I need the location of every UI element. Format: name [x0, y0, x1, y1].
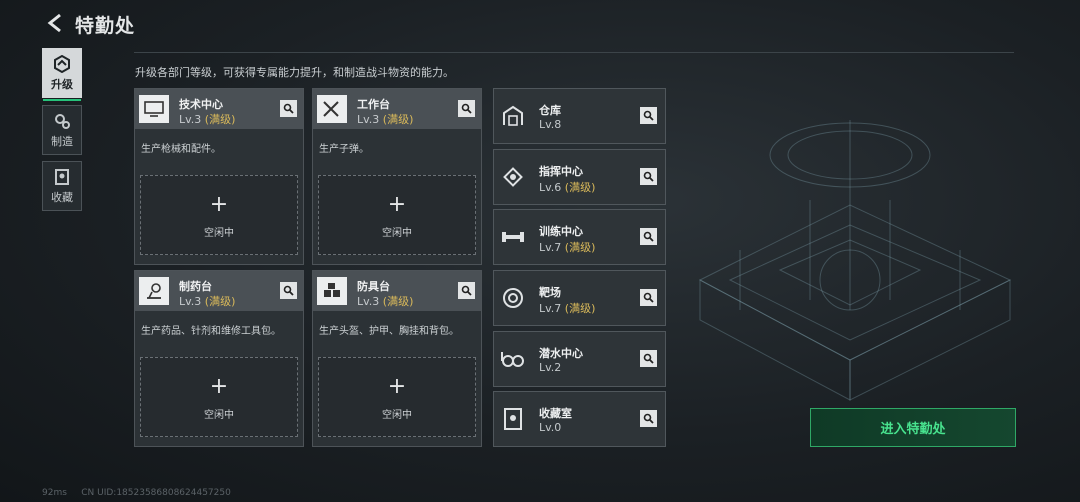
workshop-name: 技术中心	[179, 98, 223, 111]
workshop-description: 生产子弹。	[319, 144, 369, 155]
workshop-description: 生产枪械和配件。	[141, 144, 221, 155]
slot-status: 空闲中	[204, 410, 234, 421]
slot-status: 空闲中	[382, 228, 412, 239]
diving-goggles-icon	[500, 346, 526, 372]
facility-row-collection-room[interactable]: 收藏室 Lv.0	[493, 391, 666, 447]
armor-blocks-icon	[317, 277, 347, 305]
facility-row-shooting-range[interactable]: 靶场 Lv.7 (满级)	[493, 270, 666, 326]
facility-name: 仓库	[539, 104, 561, 117]
facility-row-diving-center[interactable]: 潜水中心 Lv.2	[493, 331, 666, 387]
back-arrow-icon[interactable]	[44, 12, 66, 34]
nav-label: 升级	[51, 77, 73, 91]
facility-row-warehouse[interactable]: 仓库 Lv.8	[493, 88, 666, 144]
maxed-tag: (满级)	[382, 295, 414, 308]
add-icon: +	[387, 374, 407, 399]
facility-name: 潜水中心	[539, 347, 583, 360]
maxed-tag: (满级)	[204, 295, 236, 308]
facility-level: Lv.6 (满级)	[539, 181, 596, 194]
facility-name: 收藏室	[539, 407, 572, 420]
workshop-description: 生产头盔、护甲、胸挂和背包。	[319, 326, 459, 337]
maxed-tag: (满级)	[204, 113, 236, 126]
workshop-card-pharmacy: 制药台 Lv.3 (满级) 生产药品、针剂和维修工具包。 + 空闲中	[134, 270, 304, 447]
divider	[134, 52, 1014, 53]
dumbbell-icon	[500, 224, 526, 250]
enter-special-ops-button[interactable]: 进入特勤处	[810, 408, 1016, 447]
workshop-level: Lv.3 (满级)	[179, 113, 236, 126]
tools-icon	[317, 95, 347, 123]
production-slot[interactable]: + 空闲中	[318, 175, 476, 255]
nav-label: 制造	[51, 134, 73, 148]
slot-status: 空闲中	[382, 410, 412, 421]
search-icon[interactable]	[280, 100, 297, 117]
upgrade-icon	[54, 54, 70, 73]
facility-level: Lv.8	[539, 118, 562, 131]
status-bar: 92ms CN UID:18523586808624457250	[42, 488, 231, 498]
nav-tab-upgrade[interactable]: 升级	[42, 48, 82, 101]
workshop-card-workbench: 工作台 Lv.3 (满级) 生产子弹。 + 空闲中	[312, 88, 482, 265]
command-chip-icon	[500, 164, 526, 190]
workshop-card-tech-center: 技术中心 Lv.3 (满级) 生产枪械和配件。 + 空闲中	[134, 88, 304, 265]
add-icon: +	[209, 192, 229, 217]
production-slot[interactable]: + 空闲中	[140, 175, 298, 255]
facility-hologram-art	[698, 120, 1012, 401]
facility-level: Lv.7 (满级)	[539, 302, 596, 315]
search-icon[interactable]	[640, 228, 657, 245]
page-title: 特勤处	[75, 15, 136, 37]
warehouse-icon	[500, 103, 526, 129]
workshop-description: 生产药品、针剂和维修工具包。	[141, 326, 281, 337]
slot-status: 空闲中	[204, 228, 234, 239]
workshop-card-armor-bench: 防具台 Lv.3 (满级) 生产头盔、护甲、胸挂和背包。 + 空闲中	[312, 270, 482, 447]
computer-icon	[139, 95, 169, 123]
nav-tab-craft[interactable]: 制造	[42, 105, 82, 155]
add-icon: +	[387, 192, 407, 217]
workshop-name: 制药台	[179, 280, 212, 293]
facility-level: Lv.2	[539, 361, 562, 374]
add-icon: +	[209, 374, 229, 399]
gears-icon	[55, 113, 70, 129]
facility-name: 指挥中心	[539, 165, 583, 178]
facility-level: Lv.7 (满级)	[539, 241, 596, 254]
facility-name: 靶场	[539, 286, 561, 299]
workshop-level: Lv.3 (满级)	[357, 295, 414, 308]
facility-level: Lv.0	[539, 421, 562, 434]
collection-icon	[55, 168, 69, 185]
search-icon[interactable]	[640, 107, 657, 124]
production-slot[interactable]: + 空闲中	[140, 357, 298, 437]
search-icon[interactable]	[640, 168, 657, 185]
ping-readout: 92ms	[42, 488, 67, 498]
search-icon[interactable]	[458, 282, 475, 299]
workshop-level: Lv.3 (满级)	[179, 295, 236, 308]
search-icon[interactable]	[640, 289, 657, 306]
page-description: 升级各部门等级，可获得专属能力提升，和制造战斗物资的能力。	[135, 66, 454, 79]
trophy-case-icon	[500, 406, 526, 432]
search-icon[interactable]	[280, 282, 297, 299]
search-icon[interactable]	[458, 100, 475, 117]
nav-label: 收藏	[51, 190, 73, 204]
workshop-name: 工作台	[357, 98, 390, 111]
search-icon[interactable]	[640, 410, 657, 427]
search-icon[interactable]	[640, 350, 657, 367]
target-icon	[500, 285, 526, 311]
facility-name: 训练中心	[539, 225, 583, 238]
facility-row-training-center[interactable]: 训练中心 Lv.7 (满级)	[493, 209, 666, 265]
maxed-tag: (满级)	[382, 113, 414, 126]
workshop-level: Lv.3 (满级)	[357, 113, 414, 126]
nav-tab-collection[interactable]: 收藏	[42, 161, 82, 211]
production-slot[interactable]: + 空闲中	[318, 357, 476, 437]
facility-row-command-center[interactable]: 指挥中心 Lv.6 (满级)	[493, 149, 666, 205]
workshop-name: 防具台	[357, 280, 390, 293]
microscope-icon	[139, 277, 169, 305]
user-uid: CN UID:18523586808624457250	[81, 488, 231, 498]
